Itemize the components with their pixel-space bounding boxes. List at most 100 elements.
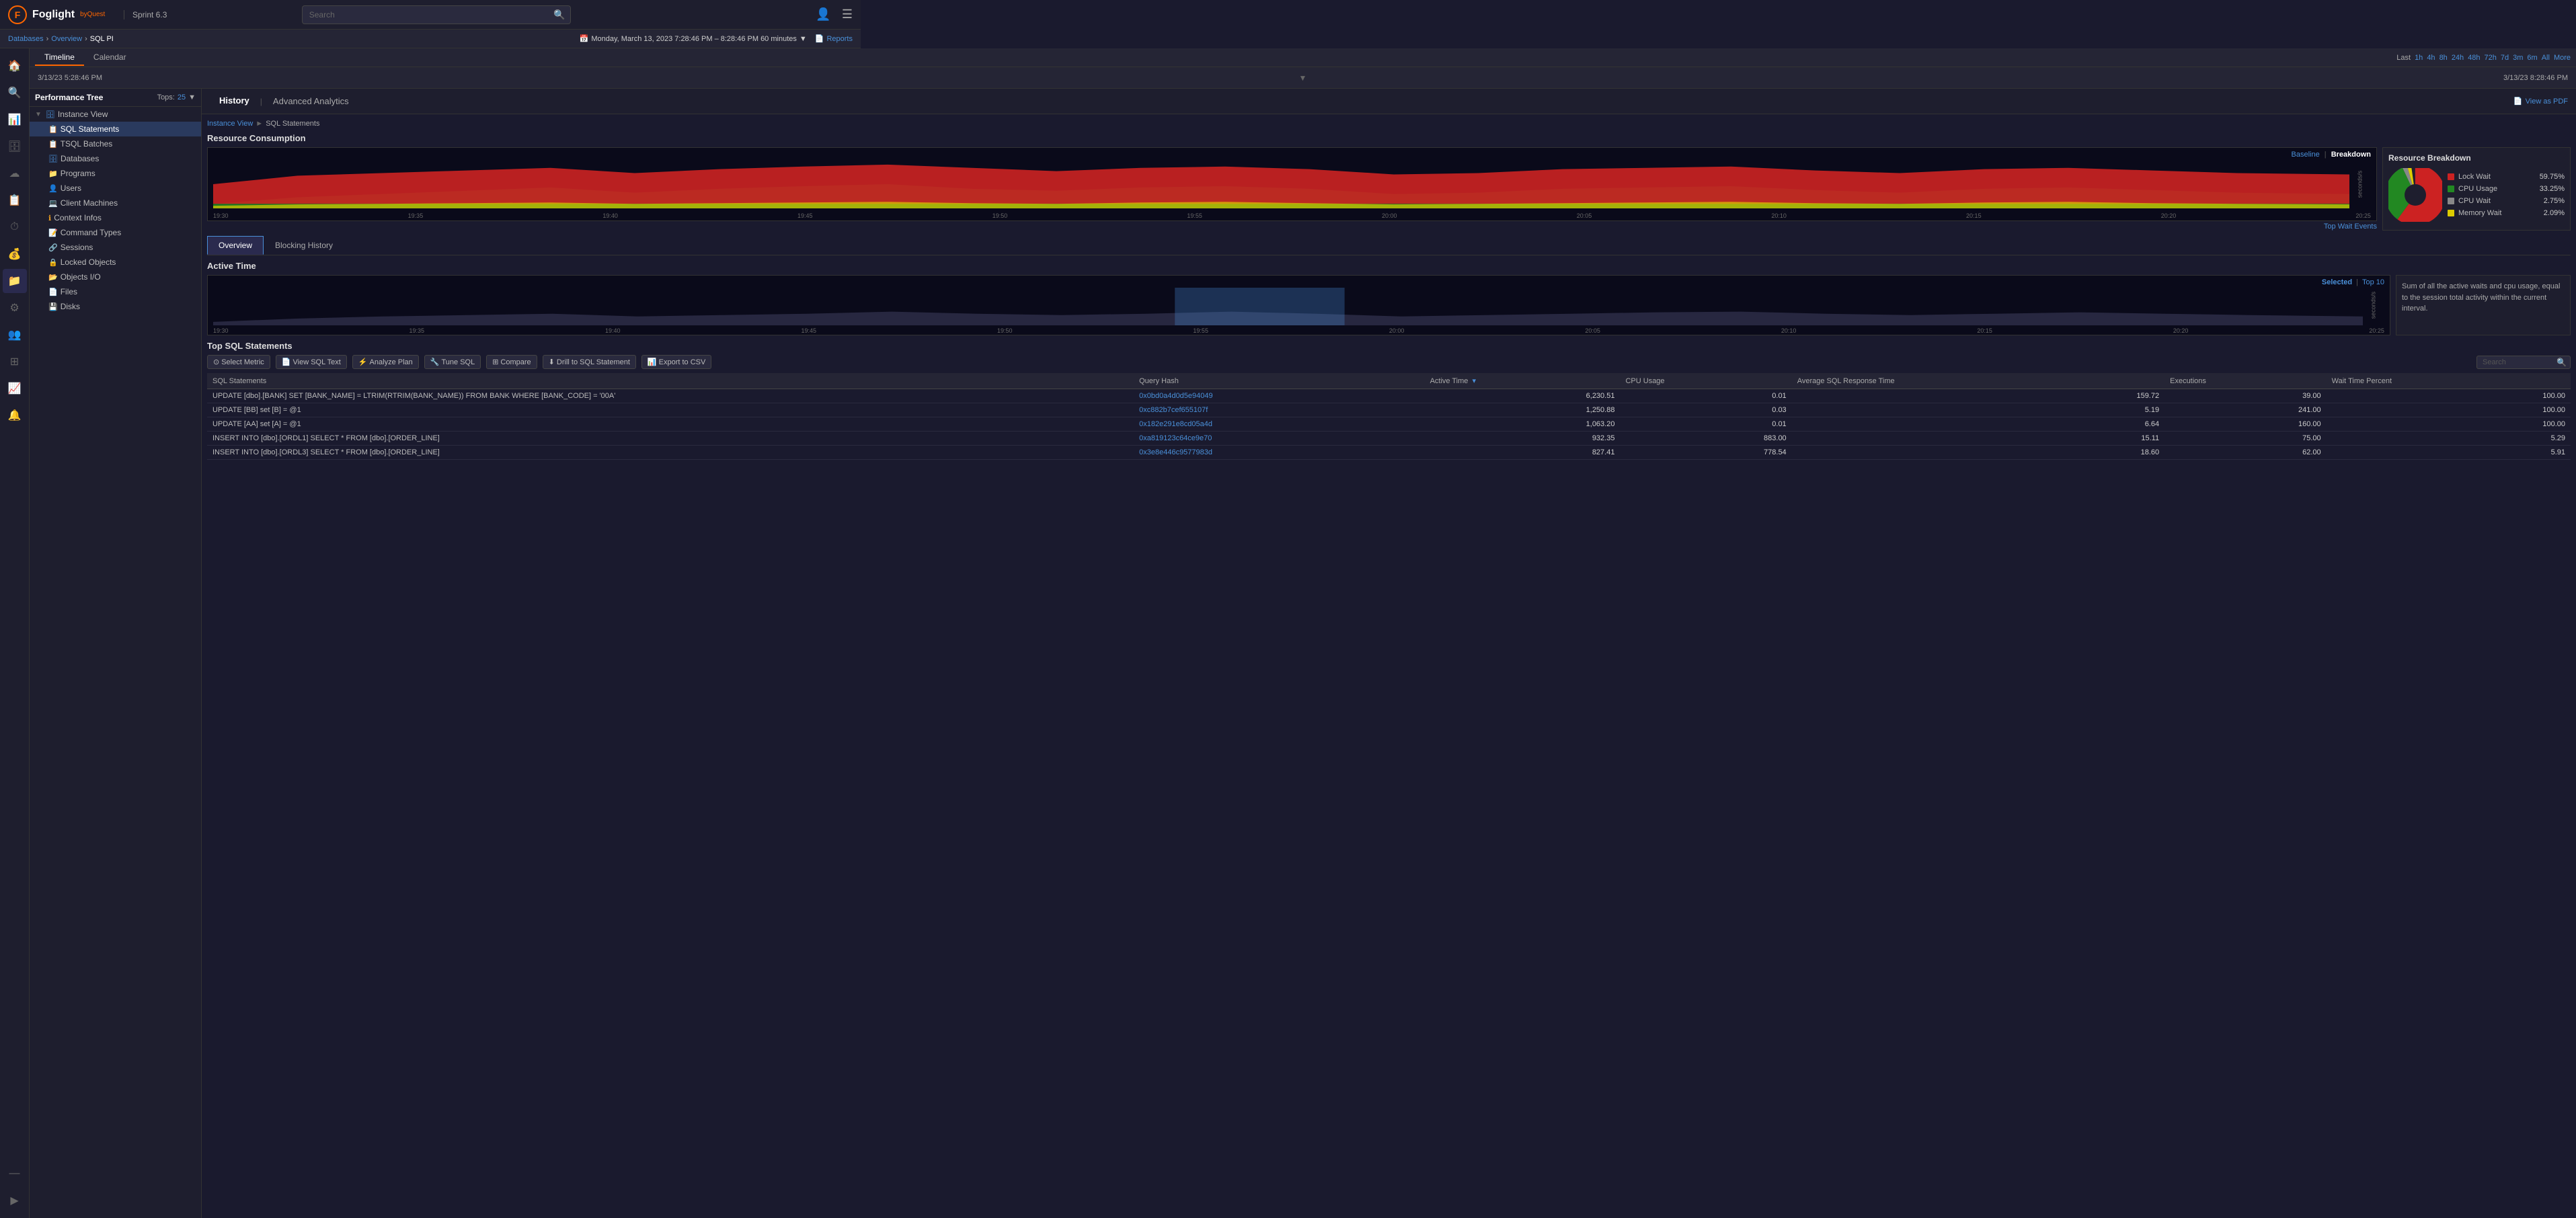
col-sql-statements[interactable]: SQL Statements	[207, 373, 1134, 389]
shortcut-8h[interactable]: 8h	[2440, 54, 2448, 62]
user-icon[interactable]: 👤	[816, 7, 830, 22]
shortcut-72h[interactable]: 72h	[2485, 54, 2497, 62]
tree-item-objects-io[interactable]: 📂 Objects I/O	[30, 270, 201, 284]
nav-settings-icon[interactable]: ⚙	[3, 296, 27, 320]
nav-report-icon[interactable]: 📈	[3, 376, 27, 401]
search-input[interactable]	[302, 5, 571, 24]
tree-item-locked-objects[interactable]: 🔒 Locked Objects	[30, 255, 201, 270]
top-wait-events-label[interactable]: Top Wait Events	[2324, 222, 2377, 231]
reports-button[interactable]: 📄 Reports	[815, 34, 853, 43]
nav-home-icon[interactable]: 🏠	[3, 54, 27, 78]
breadcrumb-overview[interactable]: Overview	[51, 35, 82, 43]
range-start: 3/13/23 5:28:46 PM	[38, 74, 102, 82]
nav-dashboard-icon[interactable]: 📊	[3, 108, 27, 132]
col-avg-response[interactable]: Average SQL Response Time	[1792, 373, 2164, 389]
col-cpu-usage[interactable]: CPU Usage	[1620, 373, 1791, 389]
tree-item-users[interactable]: 👤 Users	[30, 181, 201, 196]
subtab-blocking-history[interactable]: Blocking History	[264, 236, 344, 255]
view-pdf-button[interactable]: 📄 View as PDF	[2513, 97, 2568, 106]
shortcut-4h[interactable]: 4h	[2427, 54, 2435, 62]
hamburger-menu-icon[interactable]: ☰	[842, 7, 853, 22]
tree-item-sql-statements[interactable]: 📋 SQL Statements	[30, 122, 201, 136]
tree-item-command-types[interactable]: 📝 Command Types	[30, 225, 201, 240]
tree-item-disks[interactable]: 💾 Disks	[30, 299, 201, 314]
selected-link[interactable]: Selected	[2322, 278, 2352, 286]
breadcrumb-databases[interactable]: Databases	[8, 35, 44, 43]
tab-history[interactable]: History	[210, 93, 259, 110]
nav-cloud-icon[interactable]: ☁	[3, 161, 27, 186]
cell-sql: UPDATE [AA] set [A] = @1	[207, 417, 1134, 432]
shortcut-48h[interactable]: 48h	[2468, 54, 2480, 62]
tops-value[interactable]: 25	[178, 93, 186, 102]
nav-alert-icon[interactable]: 🔔	[3, 403, 27, 428]
cell-executions: 39.00	[2164, 389, 2327, 403]
table-row[interactable]: UPDATE [AA] set [A] = @1 0x182e291e8cd05…	[207, 417, 2571, 432]
tops-dropdown-icon[interactable]: ▼	[188, 93, 196, 102]
tree-item-tsql-batches[interactable]: 📋 TSQL Batches	[30, 136, 201, 151]
nav-database-icon[interactable]: 🗄	[3, 134, 27, 159]
tree-item-instance-view[interactable]: ▼ 🗄 Instance View	[30, 107, 201, 122]
breadcrumb-current: SQL PI	[90, 35, 114, 43]
table-row[interactable]: UPDATE [BB] set [B] = @1 0xc882b7cef6551…	[207, 403, 2571, 417]
table-row[interactable]: INSERT INTO [dbo].[ORDL3] SELECT * FROM …	[207, 446, 2571, 460]
nav-clock-icon[interactable]: ⏱	[3, 215, 27, 239]
nav-expand-icon[interactable]: ▶	[3, 1188, 27, 1213]
shortcut-1h[interactable]: 1h	[2415, 54, 2423, 62]
breakdown-link[interactable]: Breakdown	[2331, 151, 2371, 159]
top10-link[interactable]: Top 10	[2362, 278, 2384, 286]
tree-item-databases[interactable]: 🗄 Databases	[30, 151, 201, 166]
shortcut-24h[interactable]: 24h	[2452, 54, 2464, 62]
tree-folder-icon-clients: 💻	[48, 199, 58, 208]
compare-btn[interactable]: ⊞ Compare	[486, 355, 537, 369]
cell-avg-response: 6.64	[1792, 417, 2164, 432]
select-metric-btn[interactable]: ⊙ Select Metric	[207, 355, 270, 369]
shortcut-6m[interactable]: 6m	[2527, 54, 2537, 62]
legend-value-memory-wait: 2.09%	[2544, 209, 2565, 217]
table-row[interactable]: UPDATE [dbo].[BANK] SET [BANK_NAME] = LT…	[207, 389, 2571, 403]
tree-label-sql-statements: SQL Statements	[61, 124, 120, 134]
nav-active-icon[interactable]: 📁	[3, 269, 27, 293]
nav-users-icon[interactable]: 👥	[3, 323, 27, 347]
top-wait-events-link[interactable]: Top Wait Events	[207, 222, 2377, 231]
panel-breadcrumb-instance[interactable]: Instance View	[207, 120, 253, 128]
tab-timeline[interactable]: Timeline	[35, 50, 84, 66]
tree-item-context-infos[interactable]: ℹ Context Infos	[30, 210, 201, 225]
drill-to-sql-btn[interactable]: ⬇ Drill to SQL Statement	[543, 355, 636, 369]
y-axis-label: seconds/s	[2357, 171, 2364, 198]
shortcut-7d[interactable]: 7d	[2501, 54, 2509, 62]
pie-chart-svg	[2388, 168, 2442, 222]
tab-advanced-analytics[interactable]: Advanced Analytics	[264, 93, 358, 109]
tree-scroll-area[interactable]: ▼ 🗄 Instance View 📋 SQL Statements 📋 TSQ…	[30, 107, 201, 1215]
col-active-time[interactable]: Active Time ▾	[1425, 373, 1621, 389]
col-wait-pct[interactable]: Wait Time Percent	[2327, 373, 2571, 389]
shortcut-more[interactable]: More	[2554, 54, 2571, 62]
panel-breadcrumb-arrow: ►	[256, 120, 263, 128]
shortcut-all[interactable]: All	[2542, 54, 2550, 62]
export-csv-btn[interactable]: 📊 Export to CSV	[641, 355, 711, 369]
view-sql-text-btn[interactable]: 📄 View SQL Text	[276, 355, 347, 369]
nav-grid-icon[interactable]: ⊞	[3, 350, 27, 374]
subtab-overview[interactable]: Overview	[207, 236, 264, 255]
nav-money-icon[interactable]: 💰	[3, 242, 27, 266]
tree-folder-icon-tsql: 📋	[48, 140, 58, 149]
filter-icon[interactable]: ▼	[1299, 73, 1307, 83]
baseline-link[interactable]: Baseline	[2292, 151, 2320, 159]
col-executions[interactable]: Executions	[2164, 373, 2327, 389]
tree-item-programs[interactable]: 📁 Programs	[30, 166, 201, 181]
col-query-hash[interactable]: Query Hash	[1134, 373, 1424, 389]
tune-sql-btn[interactable]: 🔧 Tune SQL	[424, 355, 481, 369]
side-nav: 🏠 🔍 📊 🗄 ☁ 📋 ⏱ 💰 📁 ⚙ 👥 ⊞ 📈 🔔 — ▶	[0, 48, 30, 1218]
last-label: Last	[2396, 54, 2411, 62]
tree-item-sessions[interactable]: 🔗 Sessions	[30, 240, 201, 255]
time-range-dropdown-icon[interactable]: ▼	[799, 35, 807, 43]
tree-item-files[interactable]: 📄 Files	[30, 284, 201, 299]
tree-item-client-machines[interactable]: 💻 Client Machines	[30, 196, 201, 210]
tab-calendar[interactable]: Calendar	[84, 50, 136, 66]
analyze-plan-btn[interactable]: ⚡ Analyze Plan	[352, 355, 419, 369]
nav-search-icon[interactable]: 🔍	[3, 81, 27, 105]
nav-table-icon[interactable]: 📋	[3, 188, 27, 212]
table-row[interactable]: INSERT INTO [dbo].[ORDL1] SELECT * FROM …	[207, 432, 2571, 446]
search-icon[interactable]: 🔍	[553, 9, 565, 20]
nav-minus-icon[interactable]: —	[3, 1162, 27, 1186]
shortcut-3m[interactable]: 3m	[2513, 54, 2523, 62]
